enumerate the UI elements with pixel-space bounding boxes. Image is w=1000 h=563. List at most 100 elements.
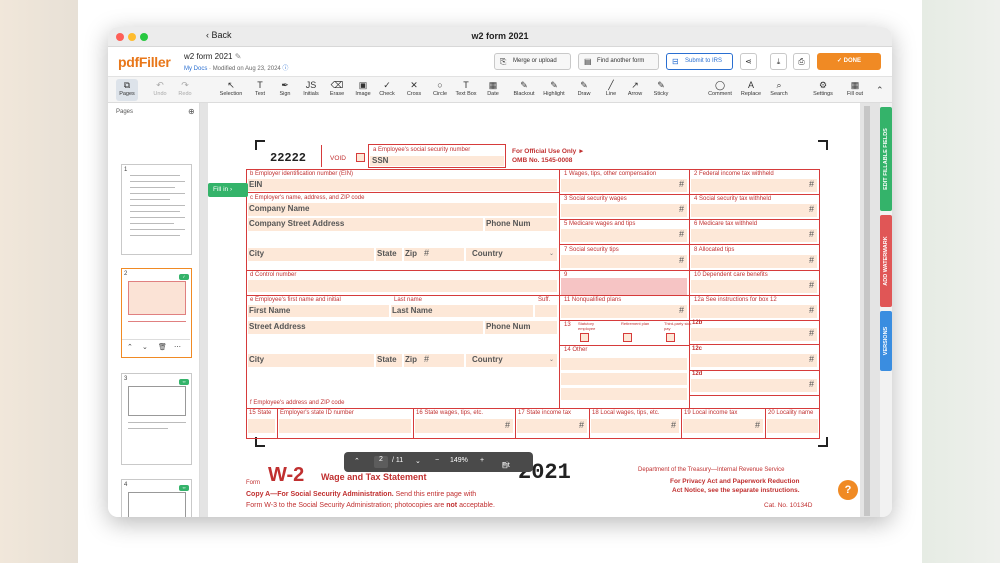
box-field-nonqualified[interactable]: # <box>561 305 687 318</box>
tool-initials[interactable]: JS Initials <box>300 79 322 101</box>
pdffiller-logo[interactable]: pdfFiller <box>118 54 171 70</box>
last-name-field[interactable]: Last Name <box>391 305 533 317</box>
void-checkbox[interactable] <box>356 153 365 162</box>
box-field-ss-tips[interactable]: # <box>561 255 687 268</box>
ein-field[interactable]: EIN <box>248 179 557 191</box>
box14-field[interactable] <box>561 388 687 400</box>
bottom-field[interactable]: # <box>591 419 679 433</box>
box13-checkbox[interactable] <box>623 333 632 342</box>
company-zip-field[interactable]: Zip # <box>404 248 464 261</box>
document-area[interactable]: 22222 VOID a Employee's social security … <box>200 103 880 517</box>
employee-country-select[interactable]: Country ⌄ <box>466 354 557 367</box>
done-button[interactable]: ✓ DONE <box>817 53 881 70</box>
box14-field[interactable] <box>561 358 687 370</box>
ssn-field[interactable]: SSN <box>370 156 504 166</box>
tool-circle[interactable]: ○ Circle <box>430 79 450 101</box>
tool-search[interactable]: ⌕ Search <box>768 79 790 101</box>
more-icon[interactable]: ⋯ <box>174 343 181 351</box>
bottom-field[interactable] <box>279 419 411 433</box>
edit-fillable-fields-tab[interactable]: EDIT FILLABLE FIELDS <box>880 107 892 211</box>
bottom-field[interactable] <box>767 419 818 433</box>
box-field-wages[interactable]: # <box>561 179 687 192</box>
collapse-toolbar-icon[interactable]: ⌃ <box>876 85 884 96</box>
tool-comment[interactable]: ◯ Comment <box>706 79 734 101</box>
control-number-field[interactable] <box>248 280 557 292</box>
tool-undo[interactable]: ↶ Undo <box>150 79 170 101</box>
find-another-form-button[interactable]: ▤ Find another form <box>578 53 659 70</box>
move-down-icon[interactable]: ⌄ <box>142 343 148 351</box>
tool-redo[interactable]: ↷ Redo <box>176 79 194 101</box>
zoom-out-icon[interactable]: − <box>435 457 439 464</box>
print-button[interactable]: ⎙ <box>793 53 810 70</box>
company-country-select[interactable]: Country ⌄ <box>466 248 557 261</box>
box-field-ss-tax[interactable]: # <box>691 204 817 217</box>
employee-state-field[interactable]: State <box>376 354 402 367</box>
box-field-medicare-tax[interactable]: # <box>691 229 817 242</box>
first-name-field[interactable]: First Name <box>248 305 389 317</box>
tool-cross[interactable]: ✕ Cross <box>404 79 424 101</box>
bottom-field[interactable]: # <box>517 419 587 433</box>
page-thumb-4[interactable]: 4 ∞ <box>121 479 192 517</box>
merge-upload-button[interactable]: ⎘ Merge or upload <box>494 53 571 70</box>
tool-text-box[interactable]: T Text Box <box>454 79 478 101</box>
tool-check[interactable]: ✓ Check <box>377 79 397 101</box>
vertical-scrollbar[interactable] <box>864 106 870 516</box>
b12b-field[interactable]: # <box>691 328 817 341</box>
suffix-field[interactable] <box>535 305 557 317</box>
employee-street-field[interactable]: Street Address <box>248 321 483 334</box>
page-up-icon[interactable]: ⌃ <box>354 457 360 465</box>
tool-highlight[interactable]: ✎ Highlight <box>540 79 568 101</box>
submit-to-irs-button[interactable]: ⊟ Submit to IRS <box>666 53 733 70</box>
box-field-dependent-care[interactable]: # <box>691 280 817 293</box>
company-name-field[interactable]: Company Name <box>248 203 557 216</box>
pencil-icon[interactable]: ✎ <box>235 52 242 61</box>
employee-phone-field[interactable]: Phone Num <box>485 321 557 334</box>
bottom-field[interactable]: # <box>683 419 763 433</box>
tool-image[interactable]: ▣ Image <box>353 79 373 101</box>
b12d-field[interactable]: # <box>691 379 817 392</box>
page-thumb-1[interactable]: 1 <box>121 164 192 255</box>
tool-replace[interactable]: A Replace <box>739 79 763 101</box>
company-street-field[interactable]: Company Street Address <box>248 218 483 231</box>
info-icon[interactable]: ⓘ <box>282 66 288 72</box>
tool-selection[interactable]: ↖ Selection <box>217 79 245 101</box>
page-thumb-2[interactable]: 2 ✓ ⌃ ⌄ 🗑 ⋯ <box>121 268 192 358</box>
versions-tab[interactable]: VERSIONS <box>880 311 892 371</box>
company-city-field[interactable]: City <box>248 248 374 261</box>
box-field-ss-wages[interactable]: # <box>561 204 687 217</box>
my-docs-link[interactable]: My Docs <box>184 66 207 72</box>
page-number-input[interactable]: 2 <box>374 456 388 468</box>
tool-erase[interactable]: ⌫ Erase <box>327 79 347 101</box>
tool-sign[interactable]: ✒ Sign <box>276 79 294 101</box>
tool-settings[interactable]: ⚙ Settings <box>811 79 835 101</box>
add-watermark-tab[interactable]: ADD WATERMARK <box>880 215 892 307</box>
tool-blackout[interactable]: ✎ Blackout <box>510 79 538 101</box>
tool-text[interactable]: T Text <box>251 79 269 101</box>
zoom-in-icon[interactable]: + <box>480 457 484 464</box>
add-page-icon[interactable]: ⊕ <box>188 107 195 116</box>
box13-checkbox[interactable] <box>666 333 675 342</box>
move-up-icon[interactable]: ⌃ <box>127 343 133 351</box>
box13-checkbox[interactable] <box>580 333 589 342</box>
tool-line[interactable]: ╱ Line <box>602 79 620 101</box>
page-thumb-3[interactable]: 3 ∞ <box>121 373 192 465</box>
b12c-field[interactable]: # <box>691 354 817 367</box>
box-field-allocated-tips[interactable]: # <box>691 255 817 268</box>
help-button[interactable]: ? <box>838 480 858 500</box>
bottom-field[interactable]: # <box>415 419 513 433</box>
trash-icon[interactable]: 🗑 <box>158 343 167 351</box>
tool-fill-out[interactable]: ▦ Fill out <box>843 79 867 101</box>
document-name[interactable]: w2 form 2021 ✎ <box>184 52 241 61</box>
company-phone-field[interactable]: Phone Num <box>485 218 557 231</box>
share-button[interactable]: ⋖ <box>740 53 757 70</box>
tool-sticky[interactable]: ✎ Sticky <box>651 79 671 101</box>
company-state-field[interactable]: State <box>376 248 402 261</box>
download-button[interactable]: ⤓ <box>770 53 787 70</box>
tool-date[interactable]: ▦ Date <box>483 79 503 101</box>
bottom-field[interactable] <box>248 419 275 433</box>
box-field-medicare-wages[interactable]: # <box>561 229 687 242</box>
box-field-box12a[interactable]: # <box>691 305 817 318</box>
box-field-fed-tax[interactable]: # <box>691 179 817 192</box>
tool-draw[interactable]: ✎ Draw <box>574 79 594 101</box>
fill-in-button[interactable]: Fill in › <box>208 183 248 197</box>
